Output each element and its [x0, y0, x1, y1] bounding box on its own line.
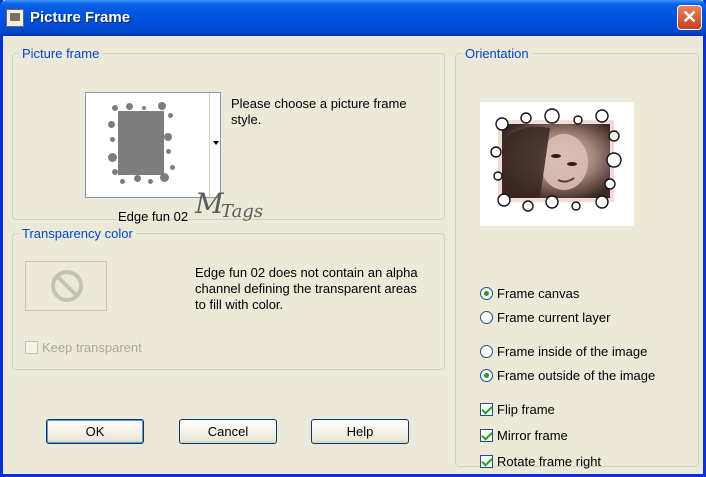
- frame-canvas-radio[interactable]: [480, 286, 493, 300]
- frame-canvas-label: Frame canvas: [497, 285, 580, 301]
- flip-frame-checkbox[interactable]: [480, 402, 493, 416]
- transparency-color-group: Transparency color Edge fun 02 does not …: [12, 226, 445, 370]
- alpha-channel-message: Edge fun 02 does not contain an alpha ch…: [195, 265, 418, 312]
- dialog-client-area: Picture frame Please choose a picture fr…: [3, 36, 703, 474]
- frame-current-layer-radio[interactable]: [480, 310, 493, 324]
- frame-inside-image-label: Frame inside of the image: [497, 343, 648, 359]
- orientation-legend: Orientation: [465, 46, 529, 61]
- radio-row-frame-outside: Frame outside of the image: [480, 365, 655, 385]
- radio-row-frame-inside: Frame inside of the image: [480, 341, 647, 361]
- close-button[interactable]: ✕: [677, 5, 702, 30]
- mirror-frame-label: Mirror frame: [497, 427, 568, 443]
- cancel-button[interactable]: Cancel: [179, 419, 277, 444]
- transparency-color-legend: Transparency color: [22, 226, 133, 241]
- title-bar[interactable]: Picture Frame ✕: [0, 0, 706, 36]
- picture-frame-app-icon: [6, 9, 24, 27]
- radio-row-frame-canvas: Frame canvas: [480, 283, 579, 303]
- radio-row-frame-current-layer: Frame current layer: [480, 307, 610, 327]
- picture-frame-group: Picture frame Please choose a picture fr…: [12, 46, 445, 224]
- frame-outside-image-radio[interactable]: [480, 368, 493, 382]
- keep-transparent-row: Keep transparent: [25, 337, 142, 357]
- keep-transparent-checkbox[interactable]: [25, 340, 38, 354]
- keep-transparent-label: Keep transparent: [42, 339, 142, 355]
- frame-inside-image-radio[interactable]: [480, 344, 493, 358]
- frame-style-thumbnail: [108, 102, 178, 189]
- checkbox-row-rotate-frame-right: Rotate frame right: [480, 451, 601, 471]
- orientation-group: Orientation Frame canvas Frame current l…: [455, 46, 699, 469]
- window-title: Picture Frame: [30, 9, 131, 26]
- orientation-preview-image: [480, 102, 634, 226]
- checkbox-row-mirror-frame: Mirror frame: [480, 425, 568, 445]
- frame-style-dropdown-strip[interactable]: [209, 93, 220, 197]
- dropdown-arrow-icon: [213, 141, 219, 145]
- frame-instruction-text: Please choose a picture frame style.: [231, 96, 407, 127]
- mirror-frame-checkbox[interactable]: [480, 428, 493, 442]
- picture-frame-legend: Picture frame: [22, 46, 100, 61]
- frame-outside-image-label: Frame outside of the image: [497, 367, 656, 383]
- help-button[interactable]: Help: [311, 419, 409, 444]
- rotate-frame-right-label: Rotate frame right: [497, 453, 602, 469]
- frame-style-selector[interactable]: [85, 92, 221, 198]
- rotate-frame-right-checkbox[interactable]: [480, 454, 493, 468]
- checkbox-row-flip-frame: Flip frame: [480, 399, 555, 419]
- ok-button[interactable]: OK: [46, 419, 144, 444]
- frame-current-layer-label: Frame current layer: [497, 309, 611, 325]
- no-symbol-icon: [51, 270, 83, 302]
- transparency-color-swatch: [25, 261, 107, 311]
- picture-frame-dialog: Picture Frame ✕ Picture frame Please cho…: [0, 0, 706, 477]
- flip-frame-label: Flip frame: [497, 401, 555, 417]
- framed-portrait-preview: [490, 108, 622, 212]
